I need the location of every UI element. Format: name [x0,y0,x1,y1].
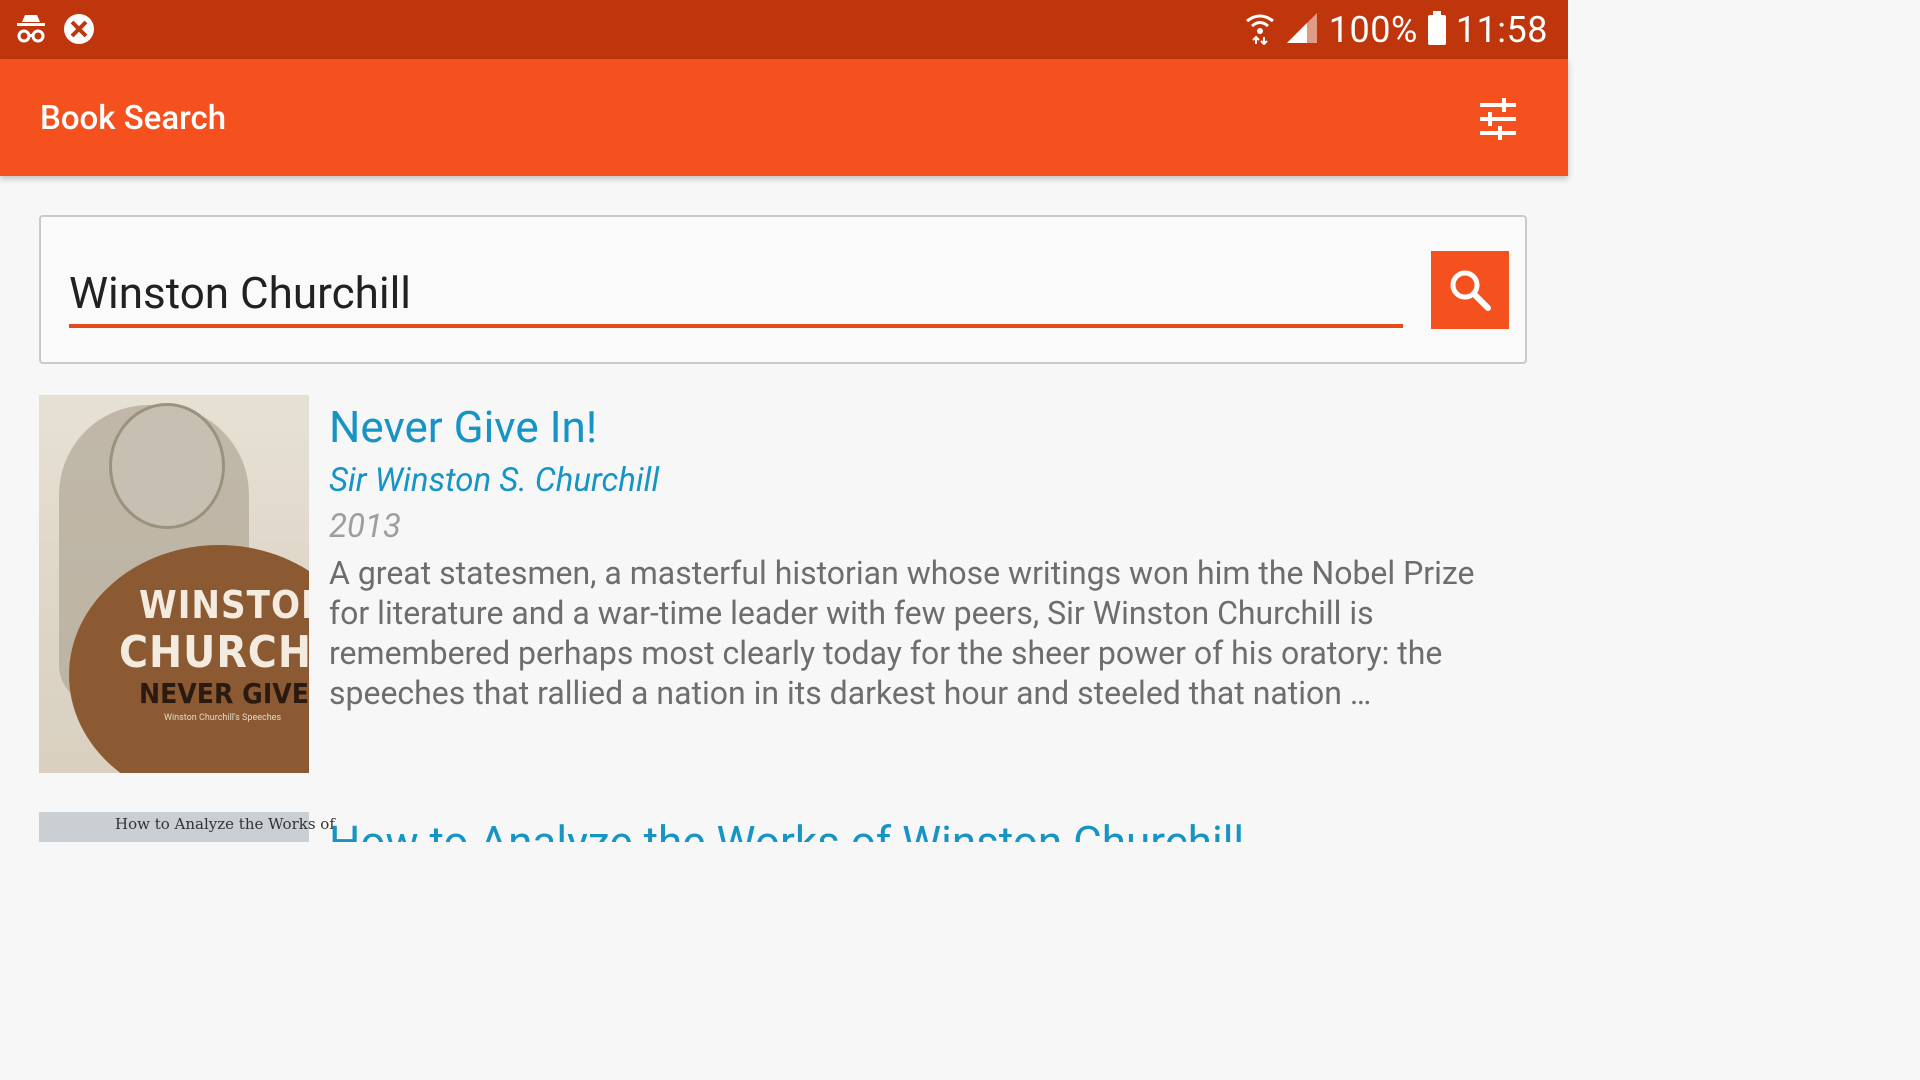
sliders-icon [1480,98,1516,140]
book-year: 2013 [329,507,401,546]
filter-settings-button[interactable] [1472,95,1524,143]
search-box [39,215,1527,364]
book-cover: How to Analyze the Works of [39,812,335,842]
cover-text: WINSTON S. [139,583,309,627]
cover-text: CHURCHILL [119,627,309,678]
cover-portrait [109,403,225,529]
status-bar: 100% 11:58 [0,0,1568,59]
incognito-icon [14,12,48,50]
book-title[interactable]: Never Give In! [329,401,597,453]
search-input-underline [69,324,1403,328]
book-author: Sir Winston S. Churchill [329,461,660,500]
search-button[interactable] [1431,251,1509,329]
status-icons-right: 100% 11:58 [1245,8,1548,52]
app-bar: Book Search [0,59,1568,176]
clock: 11:58 [1455,9,1548,51]
wifi-icon [1245,11,1275,49]
book-cover: WINSTON S. CHURCHILL NEVER GIVE IN! Wins… [39,395,309,773]
cover-text: How to Analyze the Works of [115,815,335,833]
battery-percent: 100% [1328,9,1418,51]
battery-icon [1427,11,1446,49]
blocked-app-icon [62,12,96,50]
cell-signal-icon [1285,11,1319,49]
search-icon [1450,270,1491,311]
search-input[interactable] [69,261,1403,325]
book-title[interactable]: How to Analyze the Works of Winston Chur… [329,816,1244,842]
status-icons-left [14,12,96,50]
cover-text: Winston Churchill's Speeches [164,713,282,723]
result-item[interactable]: How to Analyze the Works of How to Analy… [39,812,1529,842]
result-item[interactable]: WINSTON S. CHURCHILL NEVER GIVE IN! Wins… [39,395,1529,773]
book-description: A great statesmen, a masterful historian… [329,554,1475,712]
cover-text: NEVER GIVE IN! [139,677,309,710]
app-title: Book Search [40,99,227,138]
